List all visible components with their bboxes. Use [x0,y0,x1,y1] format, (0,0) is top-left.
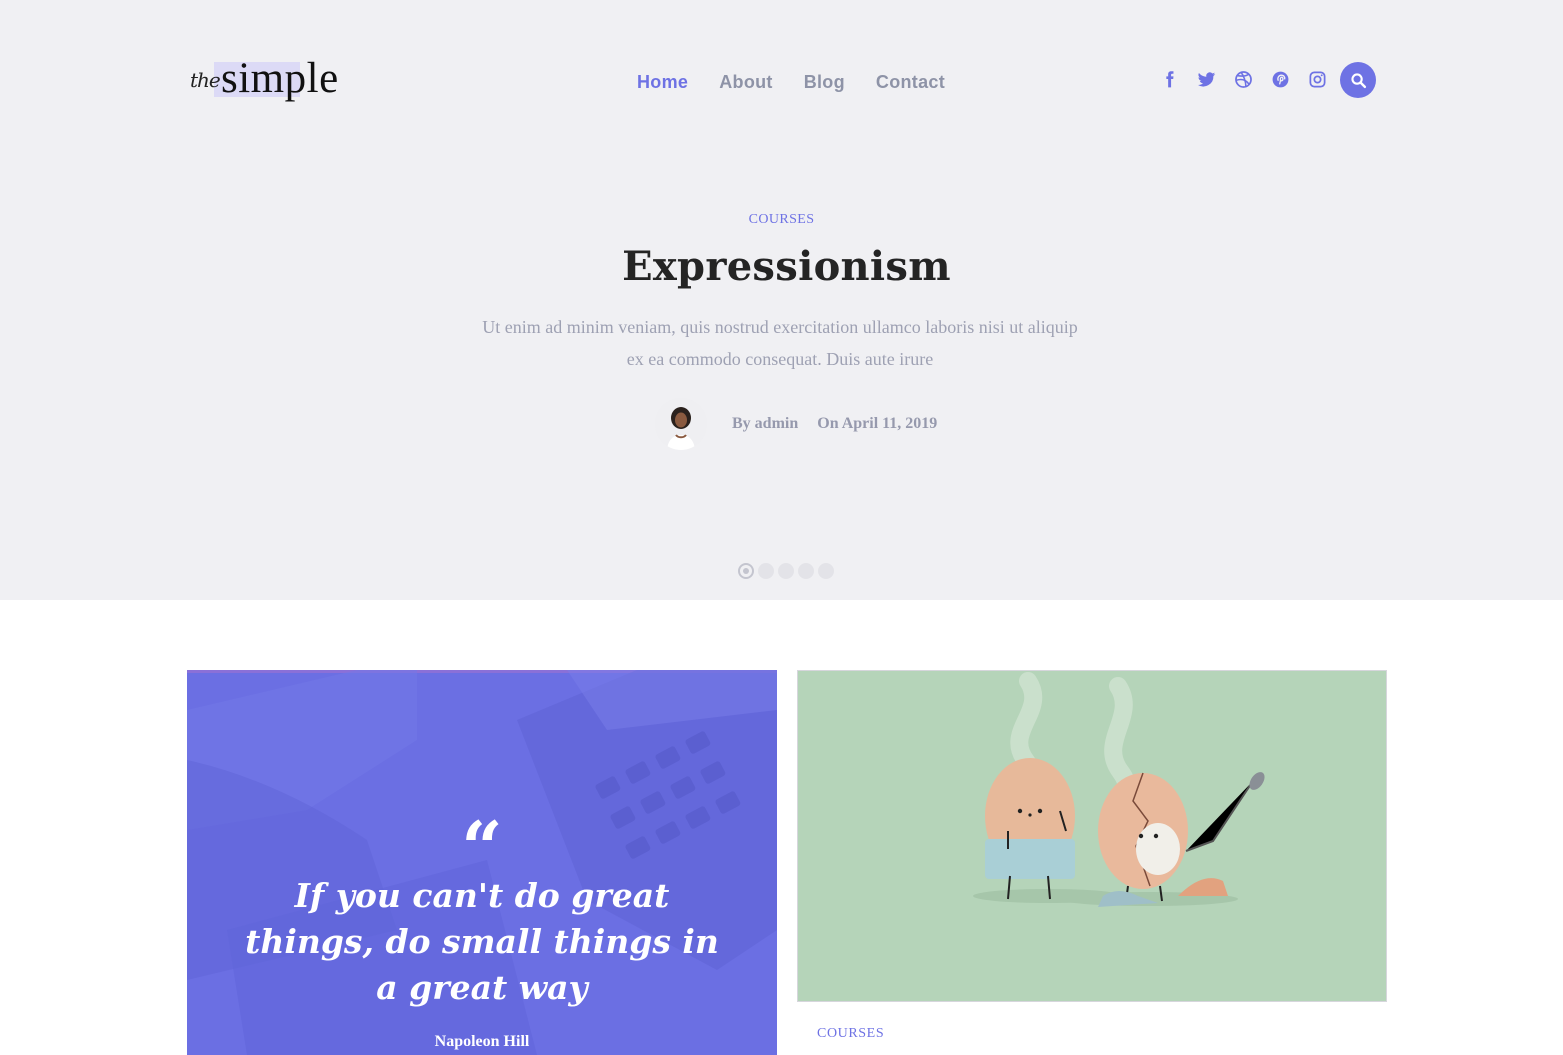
social-links [1158,68,1329,91]
dribbble-icon[interactable] [1232,68,1255,91]
quote-card[interactable]: “ If you can't do great things, do small… [187,670,777,1055]
facebook-icon[interactable] [1158,68,1181,91]
logo-prefix: the [190,68,221,92]
hero-excerpt-line-2: ex ea commodo consequat. Duis aute irure [626,349,934,369]
hero-category[interactable]: COURSES [0,212,1563,228]
logo-word: simple [221,55,339,102]
eggs-illustration [798,671,1386,1001]
slider-dot-5[interactable] [818,563,834,579]
author-name[interactable]: By admin [732,415,798,433]
slider-dot-3[interactable] [778,563,794,579]
site-logo[interactable]: the simple [188,55,358,105]
hero-title[interactable]: Expressionism [0,243,1563,290]
hero-excerpt: Ut enim ad minim veniam, quis nostrud ex… [430,311,1130,375]
slider-dot-2[interactable] [758,563,774,579]
main-nav: Home About Blog Contact [637,72,945,93]
slider-dots [738,563,834,579]
slider-dot-4[interactable] [798,563,814,579]
nav-item-contact[interactable]: Contact [876,72,945,93]
search-icon [1350,72,1367,89]
post-category[interactable]: COURSES [817,1026,884,1042]
hero-section: the simple Home About Blog Contact COURS… [0,0,1563,600]
hero-excerpt-line-1: Ut enim ad minim veniam, quis nostrud ex… [482,317,1078,337]
quote-text: If you can't do great things, do small t… [245,876,719,1007]
post-date[interactable]: On April 11, 2019 [817,415,937,433]
twitter-icon[interactable] [1195,68,1218,91]
instagram-icon[interactable] [1306,68,1329,91]
author-avatar [655,398,707,450]
nav-item-blog[interactable]: Blog [804,72,845,93]
nav-item-about[interactable]: About [719,72,772,93]
slider-dot-1[interactable] [738,563,754,579]
post-thumbnail[interactable] [797,670,1387,1002]
pinterest-icon[interactable] [1269,68,1292,91]
post-meta: By admin On April 11, 2019 [655,398,937,450]
search-button[interactable] [1340,62,1376,98]
nav-item-home[interactable]: Home [637,72,688,93]
post-card[interactable]: COURSES [797,670,1387,1055]
quote-author: Napoleon Hill [434,1033,530,1050]
